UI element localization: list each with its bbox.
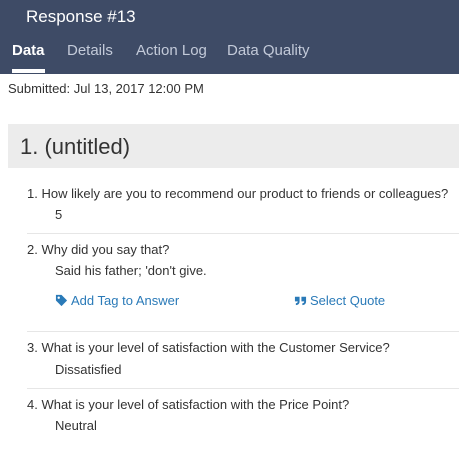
answer-text: 5 [55, 207, 63, 222]
tab-bar: Data Details Action Log Data Quality [0, 42, 459, 74]
section-header: 1. (untitled) [8, 124, 459, 168]
tab-data[interactable]: Data [12, 42, 45, 59]
active-tab-indicator [12, 69, 45, 73]
select-quote-label: Select Quote [310, 293, 386, 308]
answer-text: Said his father; 'don't give. [55, 263, 207, 278]
add-tag-label: Add Tag to Answer [71, 293, 180, 308]
tab-data-quality[interactable]: Data Quality [227, 42, 310, 59]
question-text: 1. How likely are you to recommend our p… [27, 186, 449, 201]
response-title: Response #13 [26, 7, 136, 26]
answer-text: Dissatisfied [55, 362, 122, 377]
select-quote-link[interactable]: Select Quote [294, 293, 385, 308]
answer-text: Neutral [55, 418, 97, 433]
add-tag-to-answer-link[interactable]: Add Tag to Answer [55, 293, 179, 308]
submitted-timestamp: Submitted: Jul 13, 2017 12:00 PM [8, 81, 204, 96]
question-text: 4. What is your level of satisfaction wi… [27, 397, 350, 412]
divider [27, 233, 459, 234]
tab-details[interactable]: Details [67, 42, 113, 59]
question-text: 3. What is your level of satisfaction wi… [27, 340, 390, 355]
tag-icon [55, 294, 68, 307]
question-text: 2. Why did you say that? [27, 242, 170, 257]
response-header: Response #13 Data Details Action Log Dat… [0, 0, 459, 74]
section-title: 1. (untitled) [20, 134, 131, 159]
tab-action-log[interactable]: Action Log [136, 42, 207, 59]
quote-icon [294, 296, 307, 306]
divider [27, 331, 459, 332]
divider [27, 388, 459, 389]
